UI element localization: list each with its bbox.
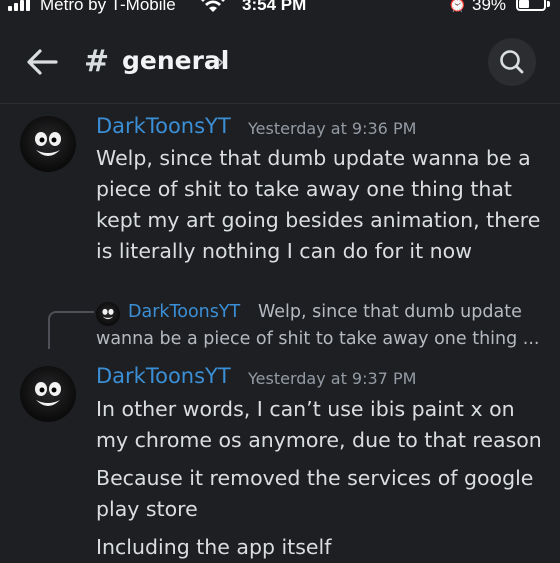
reply-connector (48, 311, 94, 349)
avatar-face-icon (35, 382, 61, 406)
back-arrow-icon[interactable] (24, 47, 60, 77)
message-author[interactable]: DarkToonsYT (96, 364, 231, 388)
battery-percent: 39% (472, 0, 507, 14)
status-bar: Metro by T-Mobile 3:54 PM ⏰ 39% (0, 0, 560, 20)
header-divider (0, 103, 560, 104)
avatar[interactable] (20, 366, 76, 422)
battery-cap (547, 1, 550, 7)
reply-author[interactable]: DarkToonsYT (128, 302, 240, 322)
reply-text[interactable]: Welp, since that dumb update (258, 302, 522, 322)
carrier-name: Metro by T-Mobile (40, 0, 176, 14)
message-timestamp: Yesterday at 9:36 PM (248, 119, 417, 138)
message-text: Welp, since that dumb update wanna be a … (96, 146, 541, 263)
message-author[interactable]: DarkToonsYT (96, 114, 231, 138)
signal-icon (8, 0, 32, 11)
avatar-face-icon (35, 132, 61, 156)
reply-text-continued[interactable]: wanna be a piece of shit to take away on… (96, 329, 539, 349)
message-text: Because it removed the services of googl… (96, 466, 534, 521)
search-icon (500, 50, 524, 74)
search-button[interactable] (488, 38, 536, 86)
battery-icon (516, 0, 546, 11)
message-text: Including the app itself (96, 535, 332, 559)
channel-name[interactable]: general (122, 46, 229, 75)
wifi-icon (201, 0, 225, 12)
avatar[interactable] (20, 116, 76, 172)
channel-hash-icon: # (84, 44, 110, 79)
chevron-right-icon[interactable]: › (216, 50, 225, 75)
channel-header: # general › (0, 30, 560, 100)
status-time: 3:54 PM (242, 0, 307, 14)
reply-avatar (96, 302, 120, 326)
alarm-icon: ⏰ (448, 0, 467, 13)
message-text: In other words, I can’t use ibis paint x… (96, 397, 542, 452)
reply-avatar-face-icon (102, 308, 114, 320)
message-timestamp: Yesterday at 9:37 PM (248, 369, 417, 388)
